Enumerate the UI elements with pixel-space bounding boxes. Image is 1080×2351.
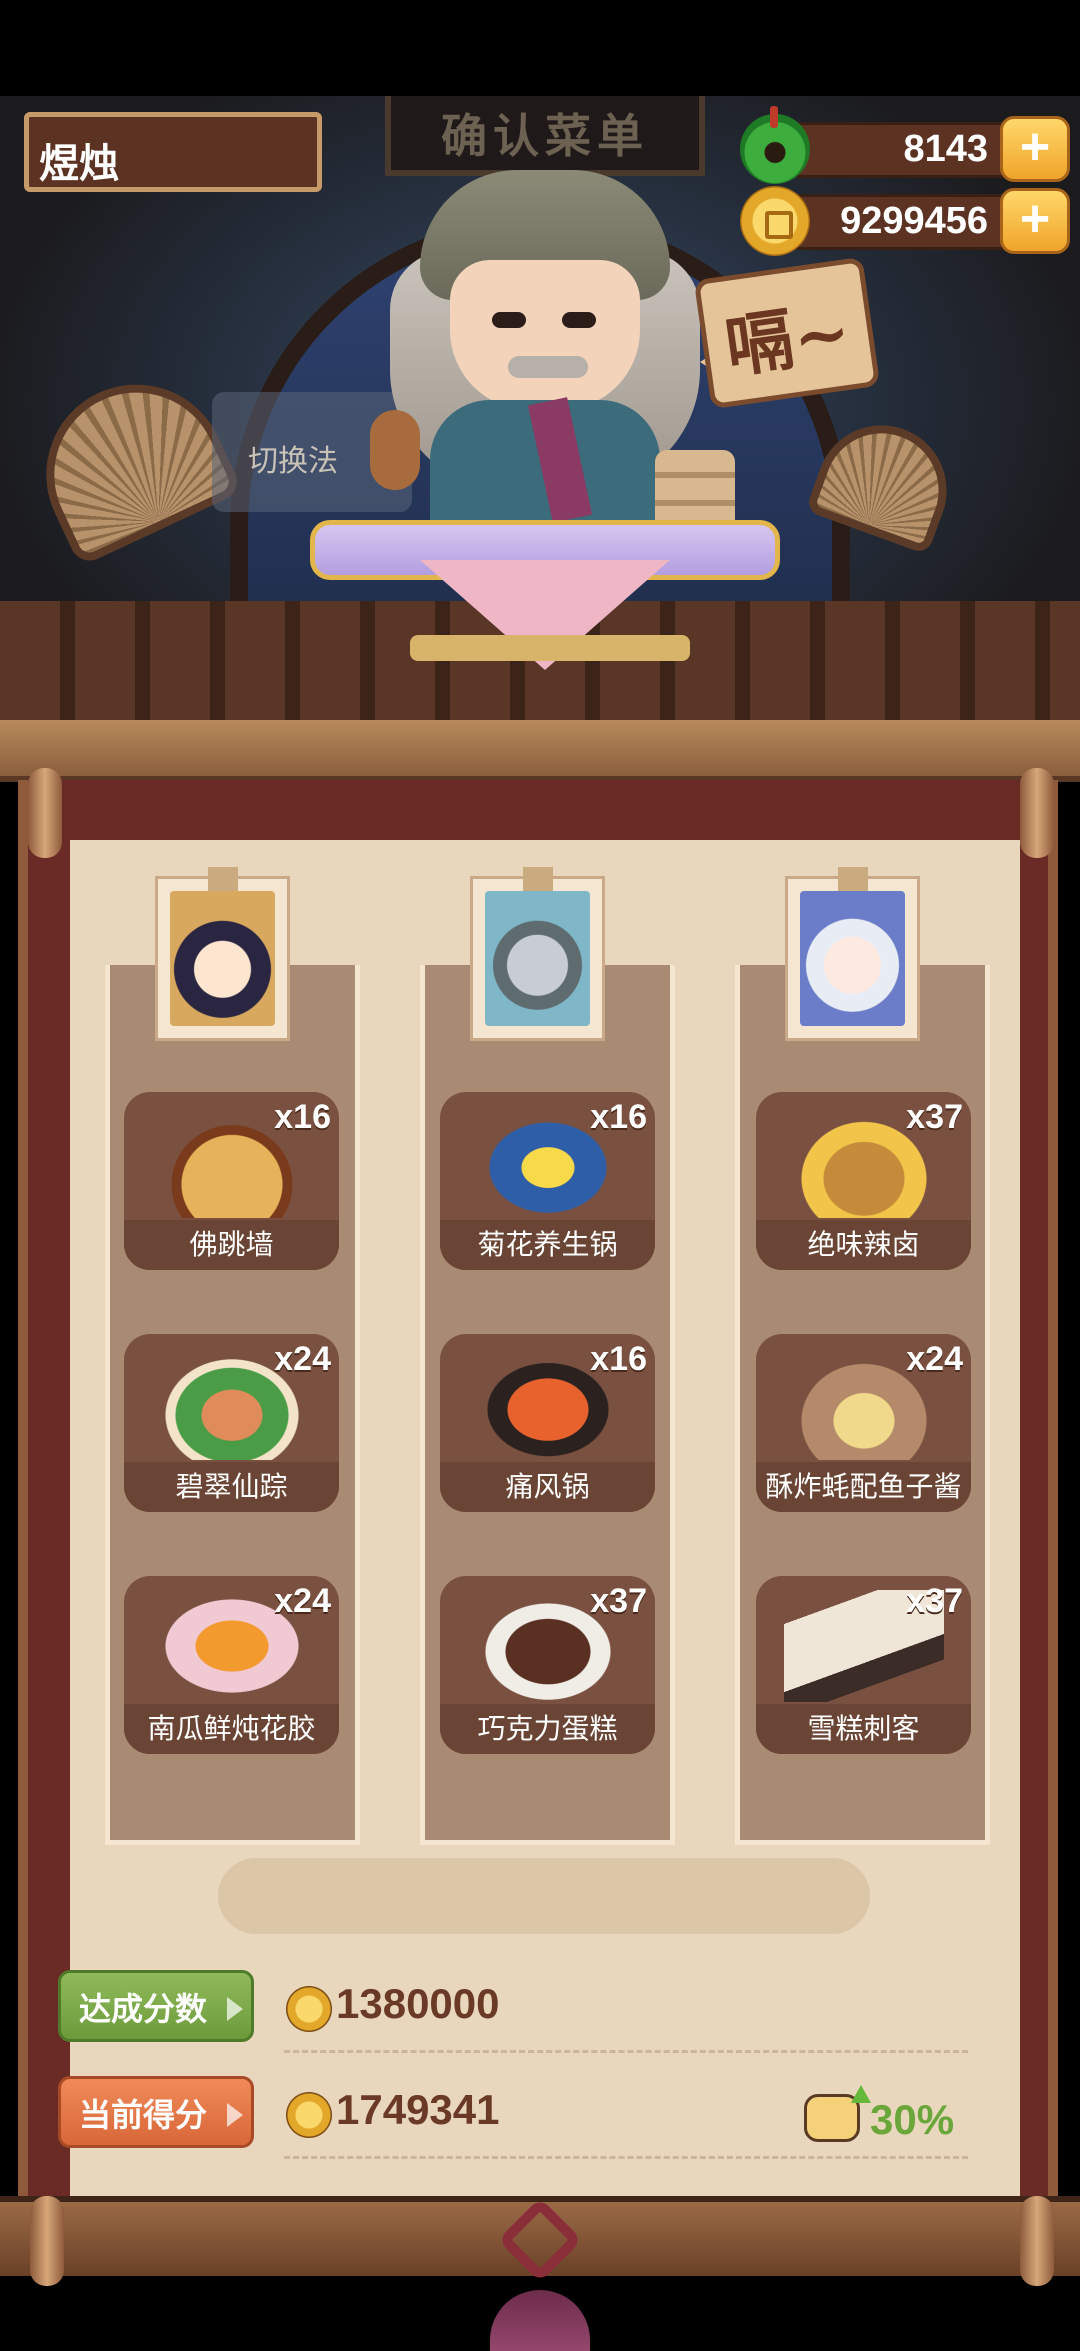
dish-card[interactable]: x24 南瓜鲜炖花胶 <box>124 1576 339 1754</box>
speech-text: 嗝~ <box>720 291 856 388</box>
dish-card[interactable]: x37 绝味辣卤 <box>756 1092 971 1270</box>
dish-count: x24 <box>906 1340 963 1378</box>
character-portrait[interactable] <box>155 867 290 1041</box>
add-jade-button[interactable]: + <box>1000 116 1070 182</box>
speech-bubble: 嗝~ <box>693 256 881 410</box>
tassel-knot <box>497 2197 583 2283</box>
divider <box>284 2050 968 2053</box>
coin-icon <box>286 1986 332 2032</box>
coin-currency: 9299456 + <box>740 186 1070 256</box>
menu-sign-text: 确认菜单 <box>441 109 649 163</box>
dish-card[interactable]: x16 痛风锅 <box>440 1334 655 1512</box>
play-arrow-icon <box>227 2103 243 2127</box>
dish-name: 菊花养生锅 <box>440 1220 655 1270</box>
scroll-roller <box>28 768 62 858</box>
menu-sign: 确认菜单 <box>385 96 705 176</box>
character-portrait[interactable] <box>785 867 920 1041</box>
dish-count: x37 <box>906 1582 963 1620</box>
target-score-label: 达成分数 <box>79 1991 208 2027</box>
dish-name: 酥炸蚝配鱼子酱 <box>756 1462 971 1512</box>
scroll-top-bar <box>0 720 1080 782</box>
dish-name: 南瓜鲜炖花胶 <box>124 1704 339 1754</box>
hidden-note-text: 切换法 <box>248 445 338 478</box>
dish-card[interactable]: x16 佛跳墙 <box>124 1092 339 1270</box>
play-arrow-icon <box>227 1997 243 2021</box>
tape-pin <box>838 867 868 891</box>
character-avatar <box>485 891 590 1026</box>
player-name: 煜烛 <box>39 142 119 186</box>
dish-count: x24 <box>274 1582 331 1620</box>
dish-card[interactable]: x24 碧翠仙踪 <box>124 1334 339 1512</box>
jade-amount: 8143 <box>903 128 988 170</box>
character-portrait[interactable] <box>470 867 605 1041</box>
dish-card[interactable]: x16 菊花养生锅 <box>440 1092 655 1270</box>
target-score-value: 1380000 <box>336 1980 500 2027</box>
dish-card[interactable]: x37 雪糕刺客 <box>756 1576 971 1754</box>
dish-name: 痛风锅 <box>440 1462 655 1512</box>
dish-name: 碧翠仙踪 <box>124 1462 339 1512</box>
coin-amount: 9299456 <box>840 200 988 242</box>
chef-eye <box>492 312 526 328</box>
dish-name: 雪糕刺客 <box>756 1704 971 1754</box>
jade-currency: 8143 + <box>740 106 1070 184</box>
jade-icon <box>740 106 810 184</box>
fan-decoration-icon <box>16 354 244 568</box>
character-avatar <box>170 891 275 1026</box>
chef-face <box>450 260 640 410</box>
target-score-row: 达成分数 1380000 <box>58 1966 968 2053</box>
dish-count: x37 <box>906 1098 963 1136</box>
dish-card[interactable]: x37 巧克力蛋糕 <box>440 1576 655 1754</box>
table-bench <box>410 635 690 661</box>
target-score-tag: 达成分数 <box>58 1970 254 2042</box>
gourd-icon <box>370 410 420 490</box>
coin-icon <box>740 186 810 256</box>
character-avatar <box>800 891 905 1026</box>
tape-pin <box>208 867 238 891</box>
current-score-tag: 当前得分 <box>58 2076 254 2148</box>
bonus-basket-icon <box>804 2085 871 2142</box>
dish-count: x16 <box>590 1340 647 1378</box>
dish-count: x37 <box>590 1582 647 1620</box>
scroll-roller <box>1020 2196 1054 2286</box>
dish-name: 巧克力蛋糕 <box>440 1704 655 1754</box>
current-score-label: 当前得分 <box>79 2097 208 2133</box>
dish-name: 绝味辣卤 <box>756 1220 971 1270</box>
tassel-fringe <box>490 2290 590 2351</box>
divider <box>284 2156 968 2159</box>
tape-pin <box>523 867 553 891</box>
dish-count: x16 <box>274 1098 331 1136</box>
chef-mustache <box>508 356 588 378</box>
message-bar <box>218 1858 870 1934</box>
scroll-roller <box>30 2196 64 2286</box>
chef-eye <box>562 312 596 328</box>
dish-count: x16 <box>590 1098 647 1136</box>
scroll-roller <box>1020 768 1054 858</box>
player-name-box[interactable]: 煜烛 <box>24 112 322 192</box>
coin-icon <box>286 2092 332 2138</box>
dish-name: 佛跳墙 <box>124 1220 339 1270</box>
bonus-percent: 30% <box>870 2096 955 2143</box>
dish-count: x24 <box>274 1340 331 1378</box>
tassel-icon <box>480 2197 600 2351</box>
dish-card[interactable]: x24 酥炸蚝配鱼子酱 <box>756 1334 971 1512</box>
add-coin-button[interactable]: + <box>1000 188 1070 254</box>
current-score-value: 1749341 <box>336 2086 500 2133</box>
